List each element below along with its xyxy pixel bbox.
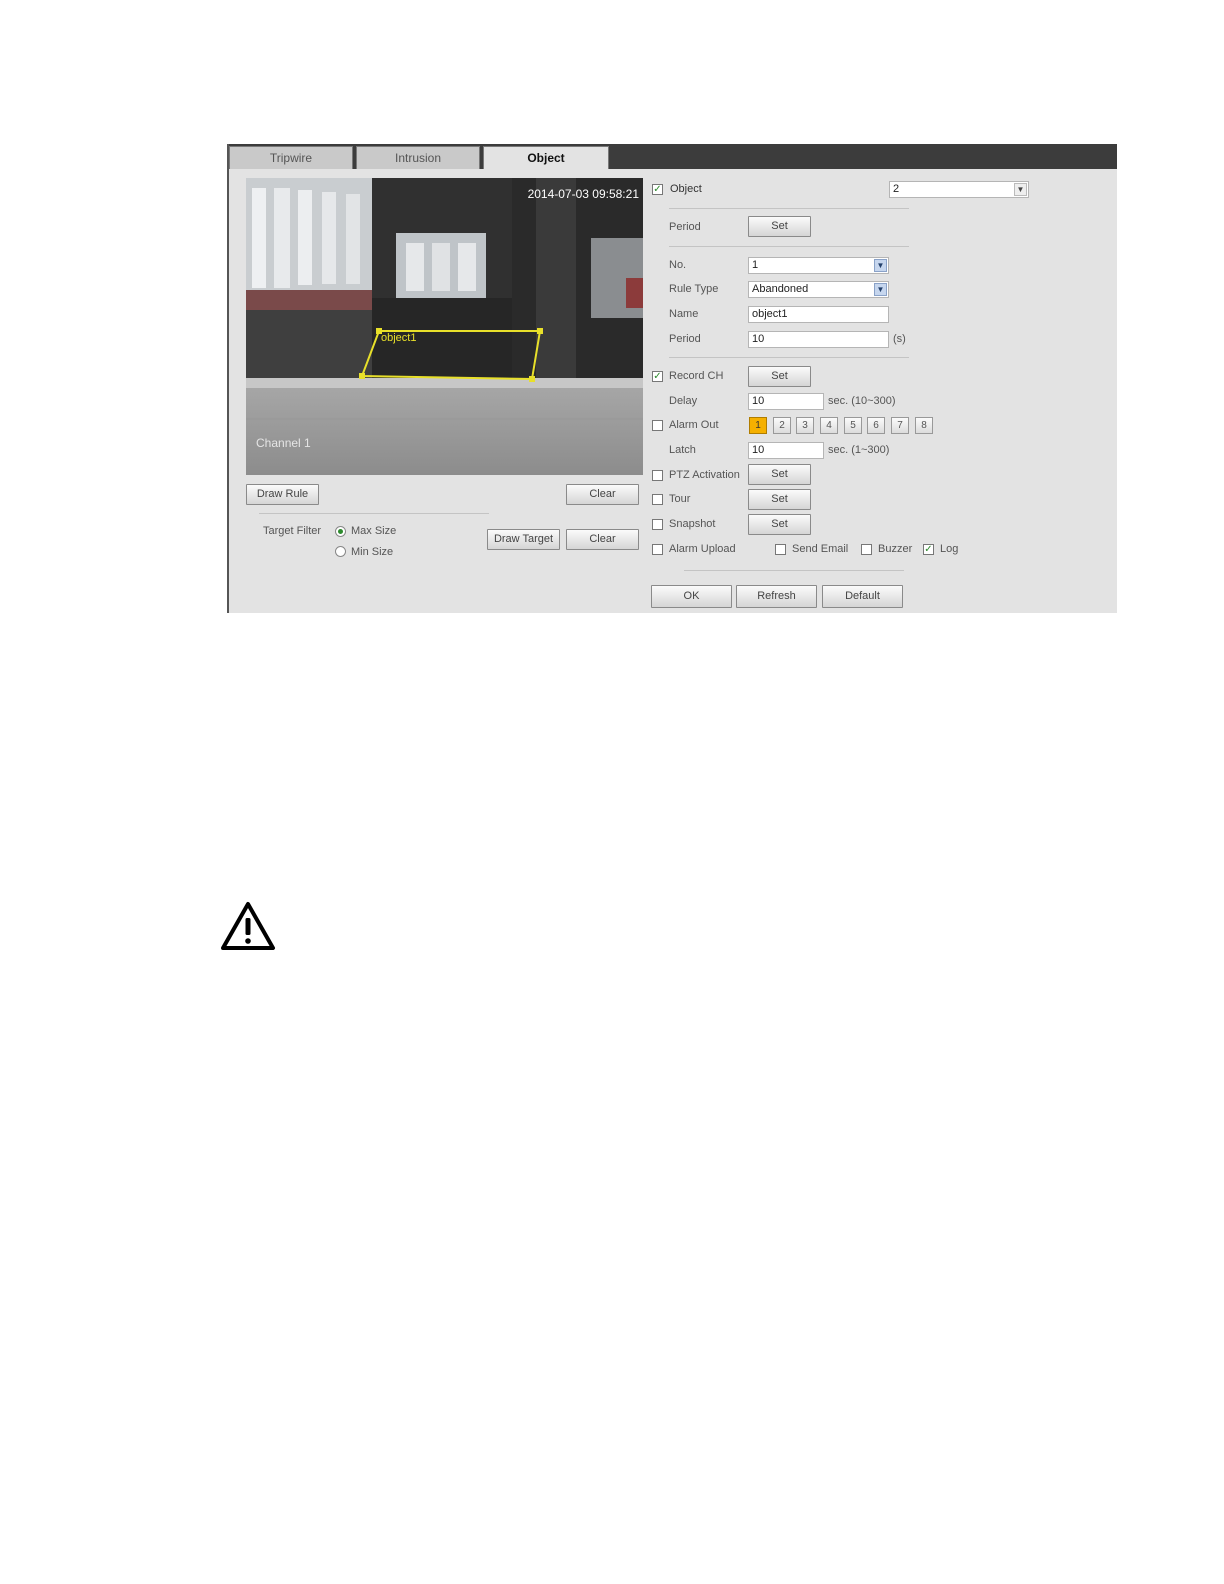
divider xyxy=(259,513,489,514)
min-size-radio[interactable] xyxy=(335,546,346,557)
rule-type-select[interactable]: Abandoned ▼ xyxy=(748,281,889,298)
max-size-radio[interactable] xyxy=(335,526,346,537)
target-filter-label: Target Filter xyxy=(263,525,322,537)
divider xyxy=(684,570,904,571)
tab-object[interactable]: Object xyxy=(483,146,609,169)
snapshot-set-button[interactable]: Set xyxy=(748,514,811,535)
ok-button[interactable]: OK xyxy=(651,585,732,608)
snapshot-checkbox[interactable] xyxy=(652,519,663,530)
alarm-upload-checkbox[interactable] xyxy=(652,544,663,555)
rule-type-value: Abandoned xyxy=(752,283,809,295)
clear-rule-button[interactable]: Clear xyxy=(566,484,639,505)
clear-target-button[interactable]: Clear xyxy=(566,529,639,550)
latch-input[interactable]: 10 xyxy=(748,442,824,459)
alarm-channel-5[interactable]: 5 xyxy=(844,417,862,434)
tour-checkbox[interactable] xyxy=(652,494,663,505)
ptz-activation-label: PTZ Activation xyxy=(669,469,740,481)
video-timestamp: 2014-07-03 09:58:21 xyxy=(527,187,639,201)
default-button[interactable]: Default xyxy=(822,585,903,608)
no-label: No. xyxy=(669,259,687,271)
record-ch-checkbox[interactable]: ✓ xyxy=(652,371,663,382)
object-detection-panel: Tripwire Intrusion Object 2014-07-03 09:… xyxy=(227,144,1117,613)
alarm-out-checkbox[interactable] xyxy=(652,420,663,431)
max-size-label: Max Size xyxy=(351,525,397,537)
delay-range: sec. (10~300) xyxy=(828,395,896,407)
channel-label: Channel 1 xyxy=(256,436,311,450)
buzzer-checkbox[interactable] xyxy=(861,544,872,555)
period2-label: Period xyxy=(669,333,701,345)
tour-label: Tour xyxy=(669,493,691,505)
tab-bar: Tripwire Intrusion Object xyxy=(229,144,1117,169)
record-ch-label: Record CH xyxy=(669,370,724,382)
alarm-channel-7[interactable]: 7 xyxy=(891,417,909,434)
send-email-checkbox[interactable] xyxy=(775,544,786,555)
log-checkbox[interactable]: ✓ xyxy=(923,544,934,555)
region-label: object1 xyxy=(381,332,417,344)
chevron-down-icon: ▼ xyxy=(874,283,887,296)
latch-label: Latch xyxy=(669,444,696,456)
ptz-set-button[interactable]: Set xyxy=(748,464,811,485)
no-select[interactable]: 1 ▼ xyxy=(748,257,889,274)
tab-intrusion[interactable]: Intrusion xyxy=(356,146,480,169)
divider xyxy=(669,357,909,358)
divider xyxy=(669,208,909,209)
send-email-label: Send Email xyxy=(792,543,849,555)
min-size-label: Min Size xyxy=(351,546,394,558)
refresh-button[interactable]: Refresh xyxy=(736,585,817,608)
chevron-down-icon: ▼ xyxy=(1014,183,1027,196)
warning-triangle-icon xyxy=(221,902,275,950)
object-label: Object xyxy=(670,183,702,195)
delay-input[interactable]: 10 xyxy=(748,393,824,410)
delay-label: Delay xyxy=(669,395,698,407)
name-input[interactable]: object1 xyxy=(748,306,889,323)
name-label: Name xyxy=(669,308,699,320)
draw-rule-button[interactable]: Draw Rule xyxy=(246,484,319,505)
record-ch-set-button[interactable]: Set xyxy=(748,366,811,387)
alarm-channel-3[interactable]: 3 xyxy=(796,417,814,434)
ptz-activation-checkbox[interactable] xyxy=(652,470,663,481)
period-set-button[interactable]: Set xyxy=(748,216,811,237)
log-label: Log xyxy=(940,543,959,555)
object-select-value: 2 xyxy=(893,183,900,195)
tour-set-button[interactable]: Set xyxy=(748,489,811,510)
latch-range: sec. (1~300) xyxy=(828,444,890,456)
alarm-channel-2[interactable]: 2 xyxy=(773,417,791,434)
alarm-channel-4[interactable]: 4 xyxy=(820,417,838,434)
object-select[interactable]: 2 ▼ xyxy=(889,181,1029,198)
draw-target-button[interactable]: Draw Target xyxy=(487,529,560,550)
chevron-down-icon: ▼ xyxy=(874,259,887,272)
alarm-upload-label: Alarm Upload xyxy=(669,543,736,555)
snapshot-label: Snapshot xyxy=(669,518,716,530)
alarm-channel-6[interactable]: 6 xyxy=(867,417,885,434)
divider xyxy=(669,246,909,247)
alarm-out-label: Alarm Out xyxy=(669,419,719,431)
period-label: Period xyxy=(669,221,701,233)
buzzer-label: Buzzer xyxy=(878,543,913,555)
alarm-channel-8[interactable]: 8 xyxy=(915,417,933,434)
tab-tripwire[interactable]: Tripwire xyxy=(229,146,353,169)
no-select-value: 1 xyxy=(752,259,759,271)
period-input[interactable]: 10 xyxy=(748,331,889,348)
camera-scene xyxy=(246,178,643,475)
period-unit: (s) xyxy=(893,333,906,345)
video-preview[interactable]: 2014-07-03 09:58:21 object1 Channel 1 xyxy=(246,178,643,475)
rule-type-label: Rule Type xyxy=(669,283,719,295)
alarm-channel-1[interactable]: 1 xyxy=(749,417,767,434)
object-checkbox[interactable]: ✓ xyxy=(652,184,663,195)
